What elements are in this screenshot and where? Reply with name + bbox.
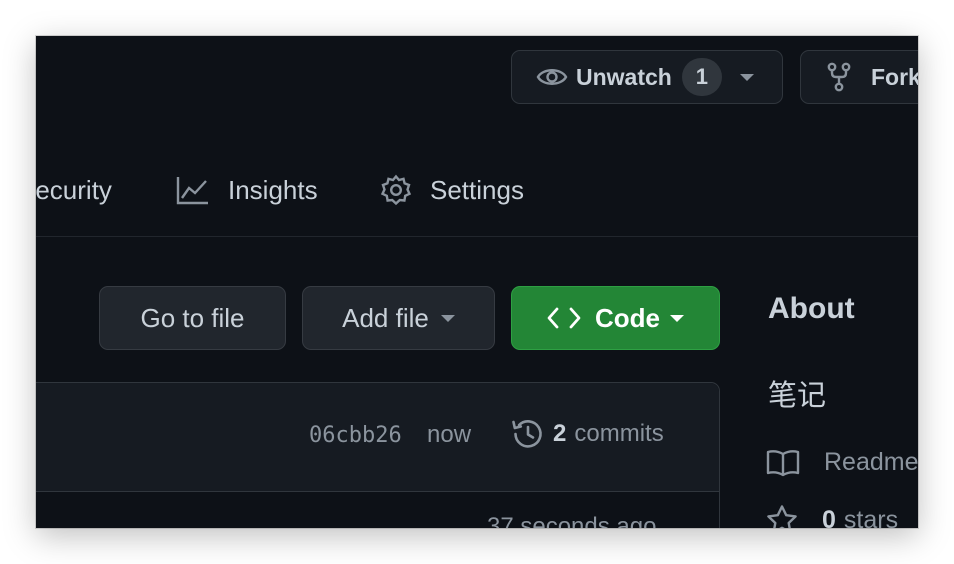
tab-insights-label: Insights: [228, 174, 318, 205]
commits-label: commits: [574, 420, 664, 447]
go-to-file-label: Go to file: [140, 302, 245, 333]
code-button[interactable]: Code: [511, 286, 720, 350]
tab-settings-label: Settings: [430, 174, 524, 205]
unwatch-button[interactable]: Unwatch 1: [511, 50, 783, 104]
code-icon: [547, 306, 581, 330]
code-label: Code: [595, 302, 660, 333]
commit-time[interactable]: now: [427, 421, 471, 449]
go-to-file-button[interactable]: Go to file: [99, 286, 286, 350]
unwatch-label: Unwatch: [576, 63, 672, 90]
watchers-count: 1: [681, 58, 722, 96]
chevron-down-icon: [440, 314, 455, 322]
star-icon: [766, 504, 798, 528]
about-description: 笔记: [768, 380, 827, 412]
readme-label: Readme: [824, 448, 918, 476]
github-repo-window: Unwatch 1 Fork Security Insights: [36, 36, 918, 528]
eye-icon: [536, 65, 568, 89]
commit-sha[interactable]: 06cbb26: [309, 423, 402, 448]
tab-security[interactable]: Security: [36, 162, 112, 218]
commits-count: 2: [553, 420, 567, 447]
tab-security-label: Security: [36, 174, 112, 205]
history-icon: [511, 417, 545, 451]
chevron-down-icon: [670, 314, 684, 322]
stars-count: 0: [822, 505, 836, 529]
tab-settings[interactable]: Settings: [380, 162, 524, 218]
gear-icon: [380, 174, 412, 206]
fork-button[interactable]: Fork: [800, 50, 918, 104]
add-file-button[interactable]: Add file: [302, 286, 495, 350]
stars-link[interactable]: 0 stars: [766, 504, 898, 528]
fork-icon: [827, 62, 851, 92]
graph-icon: [176, 175, 210, 205]
fork-label: Fork: [871, 63, 918, 90]
file-browser: 06cbb26 now 2 commits 37 seconds ago: [36, 382, 720, 528]
stars-label: stars: [843, 505, 899, 529]
tab-insights[interactable]: Insights: [176, 162, 318, 218]
nav-divider: [36, 236, 918, 237]
add-file-label: Add file: [342, 302, 429, 333]
readme-link[interactable]: Readme: [766, 448, 918, 477]
latest-commit-bar: 06cbb26 now 2 commits: [36, 383, 719, 492]
file-row-time: 37 seconds ago: [487, 513, 657, 528]
commits-link[interactable]: 2 commits: [511, 417, 664, 451]
book-icon: [766, 449, 800, 477]
about-title: About: [768, 292, 855, 325]
chevron-down-icon[interactable]: [739, 73, 754, 81]
